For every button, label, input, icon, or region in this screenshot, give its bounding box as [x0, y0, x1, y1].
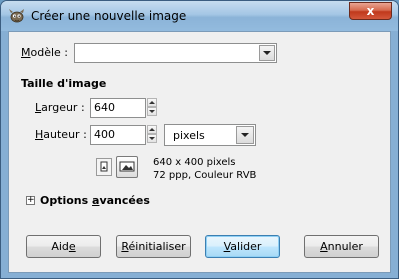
title-bar[interactable]: Créer une nouvelle image x [1, 1, 398, 31]
portrait-button[interactable] [96, 158, 112, 176]
height-label: Hauteur : [35, 128, 87, 141]
image-info-details: 72 ppp, Couleur RVB [153, 170, 257, 181]
expand-plus-icon: + [27, 195, 35, 205]
height-decrement[interactable] [147, 134, 157, 143]
landscape-icon [119, 161, 135, 172]
help-button[interactable]: Aide [26, 235, 101, 258]
width-label: Largeur : [35, 101, 85, 114]
chevron-down-icon [241, 133, 249, 137]
cancel-label-rest: nnuler [327, 240, 363, 253]
reset-label-accel: R [121, 240, 129, 253]
width-input[interactable]: 640 [90, 98, 146, 118]
advanced-label-rest: vancées [99, 194, 150, 207]
unit-dropdown-button[interactable] [236, 126, 254, 144]
height-increment[interactable] [147, 125, 157, 134]
window-title: Créer une nouvelle image [31, 9, 187, 23]
cancel-label-accel: A [320, 240, 328, 253]
unit-combo[interactable]: pixels [164, 124, 256, 146]
ok-label-rest: alider [230, 240, 262, 253]
image-info-size: 640 x 400 pixels [153, 157, 236, 168]
arrow-down-icon [149, 137, 155, 140]
dialog-window: Créer une nouvelle image x Modèle : Tail… [0, 0, 399, 279]
height-input[interactable]: 400 [90, 125, 146, 145]
dialog-body: Modèle : Taille d'image Largeur : 640 Ha… [8, 31, 391, 273]
advanced-expander[interactable]: + [26, 196, 35, 205]
unit-value: pixels [173, 129, 205, 142]
template-label-accel: M [21, 46, 31, 59]
reset-label-rest: éinitialiser [128, 240, 186, 253]
arrow-down-icon [149, 110, 155, 113]
gimp-icon [9, 9, 24, 23]
advanced-options-label[interactable]: Options avancées [40, 194, 150, 207]
width-increment[interactable] [147, 98, 157, 107]
landscape-button[interactable] [116, 156, 138, 178]
portrait-icon [100, 161, 108, 172]
cancel-button[interactable]: Annuler [304, 235, 379, 258]
ok-button[interactable]: Valider [205, 235, 280, 258]
chevron-down-icon [263, 51, 271, 55]
template-label: Modèle : [21, 46, 68, 59]
close-icon: x [366, 4, 375, 18]
width-spinner[interactable] [147, 98, 157, 116]
help-label-accel: e [68, 240, 76, 253]
height-label-rest: auteur : [43, 128, 87, 141]
close-button[interactable]: x [349, 2, 392, 20]
template-label-rest: odèle : [30, 46, 69, 59]
width-label-rest: argeur : [41, 101, 85, 114]
help-label-pre: Aid [51, 240, 69, 253]
arrow-up-icon [149, 128, 155, 131]
template-dropdown-button[interactable] [259, 45, 275, 61]
height-spinner[interactable] [147, 125, 157, 143]
advanced-label-pre: Options [40, 194, 93, 207]
reset-button[interactable]: Réinitialiser [116, 235, 191, 258]
image-size-title: Taille d'image [21, 77, 107, 90]
arrow-up-icon [149, 101, 155, 104]
width-decrement[interactable] [147, 107, 157, 116]
template-combo[interactable] [74, 43, 277, 63]
